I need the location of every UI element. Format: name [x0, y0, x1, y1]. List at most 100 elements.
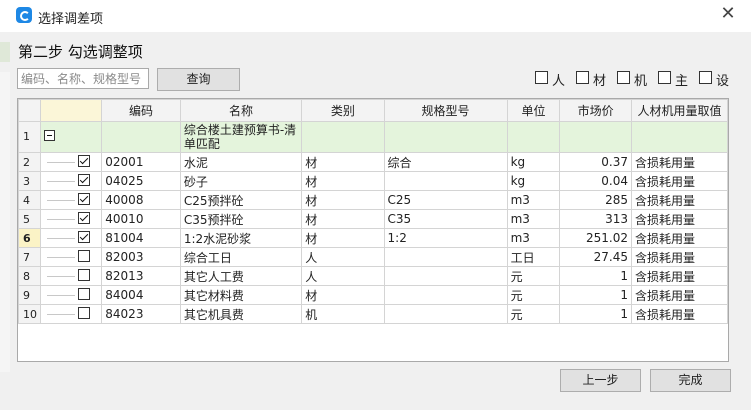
cell-price — [559, 121, 632, 153]
row-number: 7 — [18, 247, 41, 267]
close-icon[interactable]: ✕ — [718, 4, 738, 24]
collapse-icon[interactable] — [44, 130, 55, 141]
cell-category — [301, 121, 385, 153]
cell-spec — [383, 304, 508, 324]
filter-checkbox[interactable] — [576, 71, 589, 84]
row-checkbox[interactable] — [78, 288, 90, 300]
tree-cell — [39, 304, 103, 324]
cell-category: 人 — [301, 247, 385, 267]
cell-name: 其它材料费 — [179, 285, 303, 305]
cell-name: 综合工日 — [179, 247, 303, 267]
cell-price: 1 — [559, 266, 632, 286]
cell-group-name: 综合楼土建预算书-清单匹配 — [179, 121, 303, 153]
row-number: 10 — [18, 304, 41, 324]
cell-usage[interactable]: 含损耗用量 — [631, 285, 728, 305]
header-category[interactable]: 类别 — [301, 99, 385, 122]
header-select[interactable] — [39, 99, 103, 122]
row-number: 1 — [18, 121, 41, 153]
table-row[interactable]: 10 84023 其它机具费机 元 1 含损耗用量 — [18, 304, 728, 324]
cell-code: 81004 — [101, 228, 181, 248]
cell-spec: C25 — [383, 190, 508, 210]
cell-code: 82013 — [101, 266, 181, 286]
row-checkbox[interactable] — [78, 193, 90, 205]
cell-price: 313 — [559, 209, 632, 229]
cell-code — [101, 121, 181, 153]
row-checkbox[interactable] — [78, 231, 90, 243]
cell-spec — [383, 121, 508, 153]
tree-cell — [39, 228, 103, 248]
cell-usage[interactable]: 含损耗用量 — [631, 171, 728, 191]
tree-connector — [47, 200, 75, 201]
background-strip — [0, 72, 10, 372]
table-row[interactable]: 9 84004 其它材料费材 元 1 含损耗用量 — [18, 285, 728, 305]
tree-cell — [39, 266, 103, 286]
query-button[interactable]: 查询 — [157, 68, 240, 91]
cell-price: 1 — [559, 285, 632, 305]
table-row[interactable]: 2 02001 水泥材综合 kg 0.37 含损耗用量 — [18, 152, 728, 172]
cell-name: C25预拌砼 — [179, 190, 303, 210]
cell-category: 材 — [301, 171, 385, 191]
tree-cell — [39, 121, 103, 153]
cell-category: 材 — [301, 228, 385, 248]
filter-checkbox[interactable] — [617, 71, 630, 84]
filter-checkbox[interactable] — [699, 71, 712, 84]
filter-checkbox[interactable] — [535, 71, 548, 84]
finish-button[interactable]: 完成 — [650, 369, 731, 392]
row-checkbox[interactable] — [78, 155, 90, 167]
cell-spec: 1:2 — [383, 228, 508, 248]
row-number: 3 — [18, 171, 41, 191]
cell-code: 04025 — [101, 171, 181, 191]
row-checkbox[interactable] — [78, 250, 90, 262]
tree-connector — [47, 162, 75, 163]
cell-unit: 元 — [506, 266, 561, 286]
table-row[interactable]: 6 81004 1:2水泥砂浆材 1:2 m3 251.02 含损耗用量 — [18, 228, 728, 248]
cell-price: 0.04 — [559, 171, 632, 191]
row-checkbox[interactable] — [78, 212, 90, 224]
table-row[interactable]: 5 40010 C35预拌砼材 C35 m3 313 含损耗用量 — [18, 209, 728, 229]
cell-usage[interactable]: 含损耗用量 — [631, 247, 728, 267]
cell-unit: 工日 — [506, 247, 561, 267]
cell-code: 84023 — [101, 304, 181, 324]
row-checkbox[interactable] — [78, 269, 90, 281]
row-checkbox[interactable] — [78, 174, 90, 186]
app-logo-icon — [16, 7, 32, 23]
header-usage[interactable]: 人材机用量取值 — [631, 99, 728, 122]
cell-spec — [383, 266, 508, 286]
cell-name: 1:2水泥砂浆 — [179, 228, 303, 248]
cell-unit — [506, 121, 561, 153]
cell-price: 0.37 — [559, 152, 632, 172]
header-unit[interactable]: 单位 — [506, 99, 561, 122]
header-name[interactable]: 名称 — [179, 99, 303, 122]
cell-category: 人 — [301, 266, 385, 286]
header-code[interactable]: 编码 — [101, 99, 181, 122]
header-spec[interactable]: 规格型号 — [383, 99, 508, 122]
cell-unit: 元 — [506, 285, 561, 305]
prev-step-button[interactable]: 上一步 — [560, 369, 641, 392]
cell-category: 材 — [301, 190, 385, 210]
filter-checkbox[interactable] — [658, 71, 671, 84]
search-input[interactable] — [17, 68, 149, 89]
tree-connector — [47, 181, 75, 182]
tree-cell — [39, 152, 103, 172]
cell-name: 其它人工费 — [179, 266, 303, 286]
table-row[interactable]: 4 40008 C25预拌砼材 C25 m3 285 含损耗用量 — [18, 190, 728, 210]
tree-connector — [47, 276, 75, 277]
cell-price: 27.45 — [559, 247, 632, 267]
window-title: 选择调差项 — [38, 12, 104, 27]
cell-spec — [383, 247, 508, 267]
table-row[interactable]: 7 82003 综合工日人 工日 27.45 含损耗用量 — [18, 247, 728, 267]
cell-usage[interactable]: 含损耗用量 — [631, 209, 728, 229]
header-price[interactable]: 市场价 — [559, 99, 632, 122]
cell-usage[interactable]: 含损耗用量 — [631, 228, 728, 248]
table-group-row[interactable]: 1 综合楼土建预算书-清单匹配 — [18, 121, 728, 153]
cell-usage[interactable]: 含损耗用量 — [631, 304, 728, 324]
row-number: 8 — [18, 266, 41, 286]
cell-usage[interactable]: 含损耗用量 — [631, 152, 728, 172]
cell-name: 其它机具费 — [179, 304, 303, 324]
table-row[interactable]: 3 04025 砂子材 kg 0.04 含损耗用量 — [18, 171, 728, 191]
row-checkbox[interactable] — [78, 307, 90, 319]
cell-usage[interactable]: 含损耗用量 — [631, 266, 728, 286]
cell-usage[interactable]: 含损耗用量 — [631, 190, 728, 210]
table-row[interactable]: 8 82013 其它人工费人 元 1 含损耗用量 — [18, 266, 728, 286]
dialog-body: 第二步 勾选调整项 查询 人 材 机 主 设 — [0, 32, 751, 410]
